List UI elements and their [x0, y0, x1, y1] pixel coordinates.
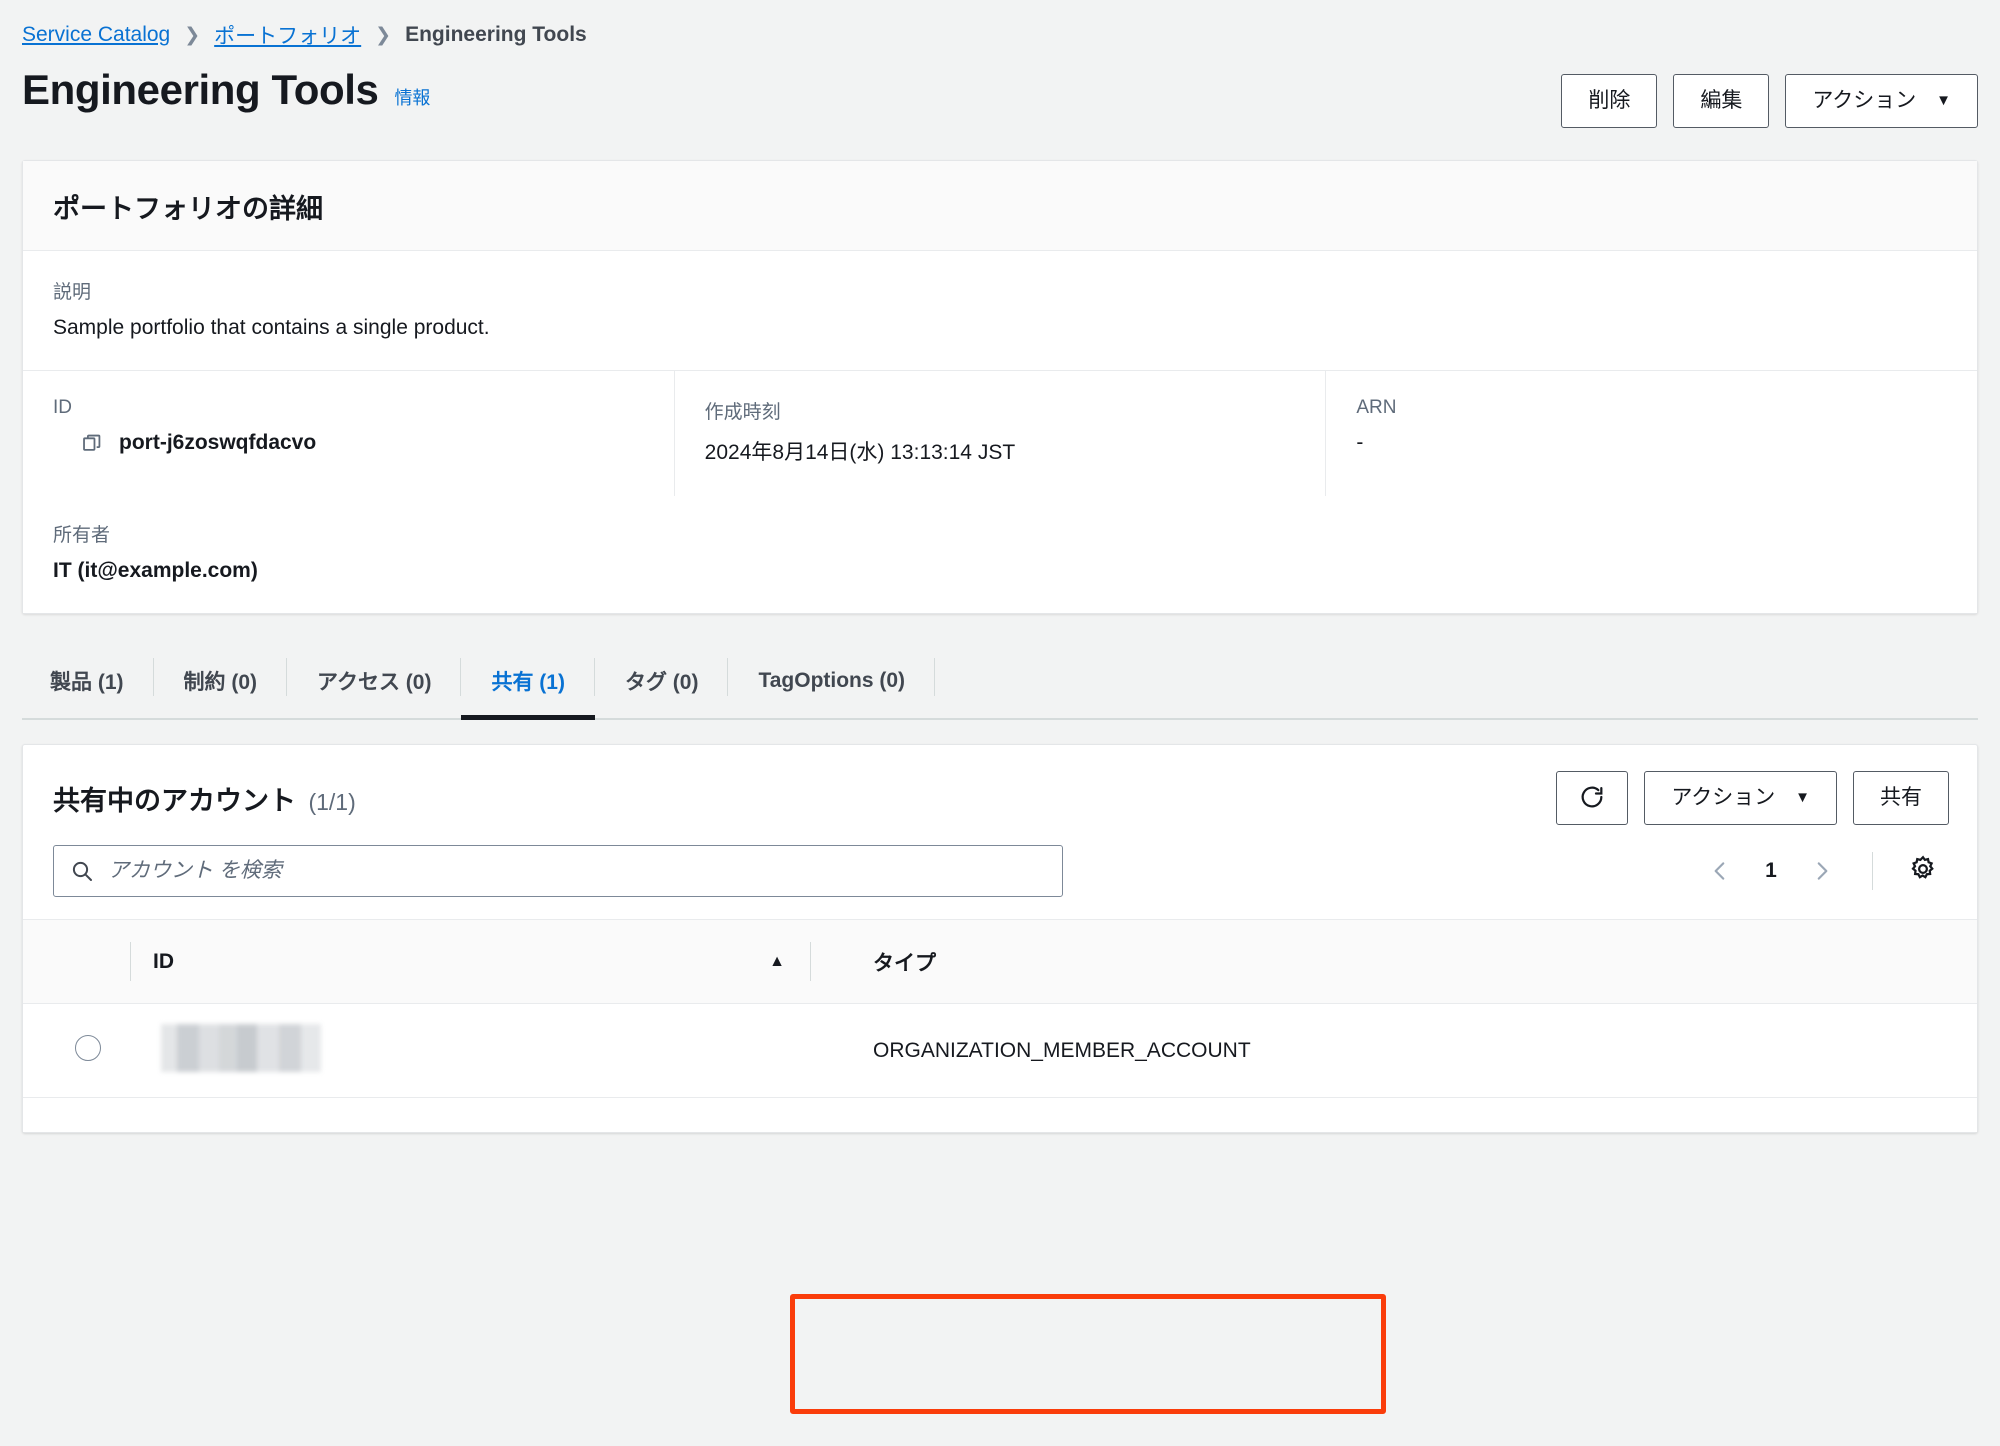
page-header: Engineering Tools 情報 削除 編集 アクション ▼: [22, 66, 1978, 142]
description-value: Sample portfolio that contains a single …: [53, 316, 490, 339]
shared-accounts-header: 共有中のアカウント (1/1) アクション ▼ 共有: [23, 745, 1977, 829]
tab-tagoptions[interactable]: TagOptions (0): [728, 644, 935, 718]
arn-label: ARN: [1356, 397, 1397, 418]
search-input[interactable]: [108, 859, 1046, 883]
arn-value: -: [1356, 431, 1364, 454]
pagination: 1: [1694, 845, 1949, 897]
delete-button[interactable]: 削除: [1561, 74, 1658, 128]
id-label: ID: [53, 397, 72, 418]
column-header-type-label: タイプ: [873, 951, 936, 975]
row-select-cell[interactable]: [23, 1003, 131, 1098]
shared-accounts-title-group: 共有中のアカウント (1/1): [53, 779, 356, 818]
tab-tags[interactable]: タグ (0): [595, 644, 729, 718]
breadcrumb-item-service-catalog[interactable]: Service Catalog: [22, 23, 170, 47]
info-link[interactable]: 情報: [394, 84, 430, 110]
column-header-id-label: ID: [153, 949, 174, 973]
shared-accounts-count: (1/1): [308, 788, 356, 815]
tab-bar: 製品 (1) 制約 (0) アクセス (0) 共有 (1) タグ (0) Tag…: [22, 644, 1978, 720]
breadcrumb-separator-icon: ❯: [184, 24, 201, 46]
breadcrumb: Service Catalog ❯ ポートフォリオ ❯ Engineering …: [22, 0, 1978, 48]
annotation-highlight-box: [790, 1294, 1386, 1414]
details-grid-spacer: [674, 496, 1325, 613]
column-header-id[interactable]: ID ▲: [131, 919, 811, 1004]
table-header-row: ID ▲ タイプ: [23, 919, 1977, 1004]
created-time-field: 作成時刻 2024年8月14日(水) 13:13:14 JST: [675, 371, 1327, 496]
owner-label: 所有者: [53, 525, 111, 546]
header-actions: 削除 編集 アクション ▼: [1561, 66, 1978, 128]
tab-access[interactable]: アクセス (0): [287, 644, 462, 718]
pagination-prev-button[interactable]: [1694, 845, 1746, 897]
table-row[interactable]: ORGANIZATION_MEMBER_ACCOUNT: [23, 1003, 1977, 1098]
search-box[interactable]: [53, 845, 1063, 897]
tab-label: 制約 (0): [183, 671, 258, 694]
tab-shares[interactable]: 共有 (1): [461, 644, 595, 720]
table-preferences-button[interactable]: [1897, 845, 1949, 897]
portfolio-details-heading: ポートフォリオの詳細: [53, 194, 323, 224]
row-type-cell: ORGANIZATION_MEMBER_ACCOUNT: [811, 1003, 1977, 1098]
shared-accounts-title: 共有中のアカウント: [53, 785, 296, 816]
portfolio-details-header: ポートフォリオの詳細: [23, 161, 1977, 251]
tab-active-indicator: [461, 715, 595, 720]
table-filter-row: 1: [23, 829, 1977, 919]
shared-accounts-table: ID ▲ タイプ ORGANIZATION_MEMBER_ACCOUNT: [23, 919, 1977, 1098]
arn-field: ARN -: [1326, 371, 1977, 496]
breadcrumb-item-current: Engineering Tools: [405, 23, 587, 46]
details-grid-row-1: ID port-j6zoswqfdacvo 作成時刻 2024年8月14日(水)…: [23, 371, 1977, 496]
created-time-label: 作成時刻: [704, 402, 781, 423]
owner-field: 所有者 IT (it@example.com): [23, 496, 674, 613]
details-grid-row-2: 所有者 IT (it@example.com): [23, 496, 1977, 613]
chevron-down-icon: ▼: [1936, 92, 1951, 110]
tab-label: タグ (0): [624, 671, 699, 694]
sort-ascending-icon: ▲: [769, 952, 785, 970]
row-radio-button[interactable]: [75, 1034, 101, 1061]
description-label: 説明: [53, 282, 92, 303]
page-title: Engineering Tools: [22, 66, 379, 113]
page-root: Service Catalog ❯ ポートフォリオ ❯ Engineering …: [0, 0, 2000, 1446]
id-field: ID port-j6zoswqfdacvo: [23, 371, 675, 496]
breadcrumb-separator-icon: ❯: [375, 24, 392, 46]
shared-accounts-panel: 共有中のアカウント (1/1) アクション ▼ 共有 アカウント を検索 1 I…: [22, 744, 1978, 1133]
id-value: port-j6zoswqfdacvo: [119, 431, 317, 454]
edit-button[interactable]: 編集: [1673, 74, 1770, 128]
refresh-icon: [1578, 783, 1606, 814]
row-type-value: ORGANIZATION_MEMBER_ACCOUNT: [873, 1038, 1251, 1062]
id-value-row: port-j6zoswqfdacvo: [53, 431, 644, 455]
created-time-value: 2024年8月14日(水) 13:13:14 JST: [704, 441, 1016, 464]
pagination-page-1[interactable]: 1: [1754, 859, 1788, 883]
tab-products[interactable]: 製品 (1): [22, 644, 154, 718]
redacted-account-id: [161, 1023, 321, 1072]
search-icon: [70, 859, 94, 883]
actions-dropdown-button[interactable]: アクション ▼: [1785, 74, 1978, 128]
tab-constraints[interactable]: 制約 (0): [154, 644, 288, 718]
table-head: ID ▲ タイプ: [23, 919, 1977, 1004]
tab-label: アクセス (0): [317, 671, 432, 694]
owner-value: IT (it@example.com): [53, 559, 258, 582]
refresh-button[interactable]: [1556, 771, 1629, 825]
table-body: ORGANIZATION_MEMBER_ACCOUNT: [23, 1003, 1977, 1098]
column-header-select: [23, 919, 131, 1004]
table-footer: [23, 1098, 1977, 1132]
portfolio-details-body: 説明 Sample portfolio that contains a sing…: [23, 251, 1977, 613]
shared-accounts-actions: アクション ▼ 共有: [1556, 771, 1949, 825]
gear-icon: [1908, 854, 1938, 889]
pagination-divider: [1872, 852, 1873, 890]
column-header-type[interactable]: タイプ: [811, 919, 1977, 1004]
table-actions-dropdown-button[interactable]: アクション ▼: [1644, 771, 1837, 825]
portfolio-details-card: ポートフォリオの詳細 説明 Sample portfolio that cont…: [22, 160, 1978, 614]
pagination-next-button[interactable]: [1796, 845, 1848, 897]
row-id-cell: [131, 1003, 811, 1098]
tab-label: 共有 (1): [491, 671, 565, 694]
tab-label: TagOptions (0): [758, 669, 906, 692]
details-grid-spacer: [1326, 496, 1977, 613]
table-actions-label: アクション: [1671, 785, 1776, 809]
chevron-down-icon: ▼: [1795, 789, 1810, 807]
breadcrumb-item-portfolio[interactable]: ポートフォリオ: [214, 20, 361, 50]
tab-label: 製品 (1): [50, 671, 124, 694]
share-button[interactable]: 共有: [1853, 771, 1949, 825]
page-title-group: Engineering Tools 情報: [22, 66, 430, 114]
description-field: 説明 Sample portfolio that contains a sing…: [23, 251, 1977, 371]
copy-icon[interactable]: [81, 432, 103, 454]
actions-dropdown-label: アクション: [1812, 88, 1917, 112]
